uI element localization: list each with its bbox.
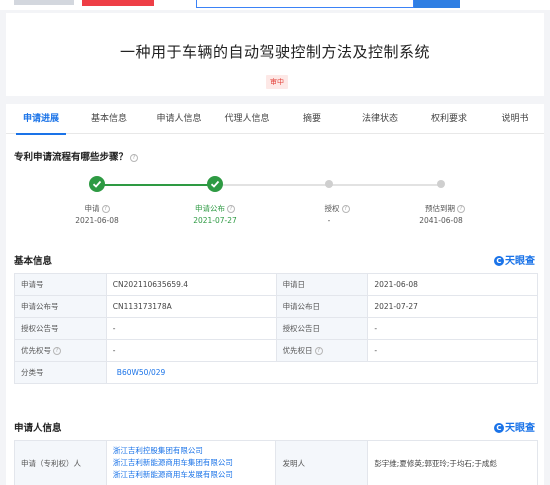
tab-agent-info[interactable]: 代理人信息 (214, 104, 280, 134)
field-label: 申请（专利权）人 (14, 440, 107, 485)
help-icon[interactable]: ? (457, 205, 465, 213)
inventors-value: 彭宇维;夏修英;郭亚玲;于均石;于成彪 (367, 440, 538, 485)
field-label: 优先权日? (275, 339, 369, 362)
page-title: 一种用于车辆的自动驾驶控制方法及控制系统 (119, 43, 430, 61)
table-row: 优先权号? - 优先权日? - (14, 339, 538, 362)
table-row: 授权公告号 - 授权公告日 - (14, 317, 538, 340)
step-name: 授权? (297, 203, 377, 214)
applicant-info-table: 申请（专利权）人 浙江吉利控股集团有限公司 浙江吉利新能源商用车集团有限公司 浙… (14, 440, 538, 485)
step-name: 申请? (57, 203, 137, 214)
field-label: 申请号 (14, 273, 107, 296)
help-icon[interactable]: ? (227, 205, 235, 213)
field-value: - (105, 317, 277, 340)
tab-applicant-info[interactable]: 申请人信息 (146, 104, 212, 134)
tab-progress[interactable]: 申请进展 (10, 104, 72, 135)
step-name: 申请公布? (175, 203, 255, 214)
tab-basic-info[interactable]: 基本信息 (78, 104, 140, 134)
field-value: 2021-07-27 (367, 295, 538, 318)
tab-claims[interactable]: 权利要求 (418, 104, 480, 134)
step-date: 2041-06-08 (419, 216, 463, 225)
applicant-link[interactable]: 浙江吉利新能源商用车发展有限公司 (113, 469, 270, 481)
main-card: 申请进展 基本信息 申请人信息 代理人信息 摘要 法律状态 权利要求 说明书 专… (6, 104, 544, 485)
classification-link[interactable]: B60W50/029 (117, 368, 166, 377)
step-date: 2021-07-27 (193, 216, 237, 225)
tab-bar: 申请进展 基本信息 申请人信息 代理人信息 摘要 法律状态 权利要求 说明书 (6, 104, 544, 135)
promo-banner[interactable] (82, 0, 154, 6)
field-label: 发明人 (275, 440, 369, 485)
applicant-link[interactable]: 浙江吉利控股集团有限公司 (113, 445, 270, 457)
help-icon[interactable]: ? (130, 153, 139, 162)
search-input[interactable] (196, 0, 414, 8)
tab-legal-status[interactable]: 法律状态 (350, 104, 410, 134)
field-value: - (367, 339, 538, 362)
field-value: CN202110635659.4 (105, 273, 277, 296)
classification-value: B60W50/029 (105, 361, 539, 384)
field-value: 2021-06-08 (367, 273, 538, 296)
field-label: 申请公布日 (275, 295, 369, 318)
step-date: - (327, 216, 331, 225)
site-logo[interactable] (14, 0, 74, 5)
top-header (0, 0, 550, 10)
title-card: 一种用于车辆的自动驾驶控制方法及控制系统 审中 (6, 13, 544, 96)
table-row: 申请公布号 CN113173178A 申请公布日 2021-07-27 (14, 295, 538, 318)
progress-steps: 申请? 申请公布? 授权? 预估到期? 2021-06-08 2021-07-2… (6, 170, 544, 240)
check-icon (207, 176, 223, 192)
help-icon[interactable]: ? (101, 205, 110, 213)
tab-description[interactable]: 说明书 (488, 104, 542, 134)
tianyancha-logo[interactable]: C 天眼查 (494, 252, 535, 267)
search-button[interactable] (414, 0, 460, 8)
applicant-link[interactable]: 浙江吉利新能源商用车集团有限公司 (113, 457, 270, 469)
table-row: 申请（专利权）人 浙江吉利控股集团有限公司 浙江吉利新能源商用车集团有限公司 浙… (14, 440, 538, 485)
table-row: 申请号 CN202110635659.4 申请日 2021-06-08 (14, 273, 538, 296)
status-badge: 审中 (266, 75, 288, 89)
applicant-list: 浙江吉利控股集团有限公司 浙江吉利新能源商用车集团有限公司 浙江吉利新能源商用车… (105, 440, 277, 485)
tab-abstract[interactable]: 摘要 (284, 104, 340, 134)
check-icon (89, 176, 105, 192)
header-ad (486, 0, 530, 7)
table-row: 分类号 B60W50/029 (14, 361, 539, 384)
help-icon[interactable]: ? (341, 205, 350, 213)
field-label: 授权公告日 (275, 317, 369, 340)
step-date: 2021-06-08 (75, 216, 119, 225)
progress-section-title: 专利申请流程有哪些步骤？? (14, 149, 139, 163)
field-value: - (105, 339, 277, 362)
field-label: 申请日 (275, 273, 369, 296)
basic-info-title: 基本信息 (14, 256, 53, 267)
step-connector-done (103, 184, 215, 186)
tianyancha-logo[interactable]: C 天眼查 (494, 419, 535, 434)
basic-info-table: 申请号 CN202110635659.4 申请日 2021-06-08 申请公布… (14, 273, 539, 384)
field-value: - (367, 317, 538, 340)
field-label: 申请公布号 (14, 295, 107, 318)
progress-title-text: 专利申请流程有哪些步骤？ (14, 152, 129, 163)
pending-dot-icon (437, 180, 445, 188)
field-value: CN113173178A (105, 295, 277, 318)
pending-dot-icon (325, 180, 333, 188)
field-label: 分类号 (14, 361, 107, 384)
help-icon[interactable]: ? (53, 347, 61, 355)
field-label: 授权公告号 (14, 317, 107, 340)
applicant-info-title: 申请人信息 (14, 423, 62, 434)
field-label: 优先权号? (14, 339, 107, 362)
step-name: 预估到期? (405, 203, 485, 214)
help-icon[interactable]: ? (314, 347, 323, 355)
